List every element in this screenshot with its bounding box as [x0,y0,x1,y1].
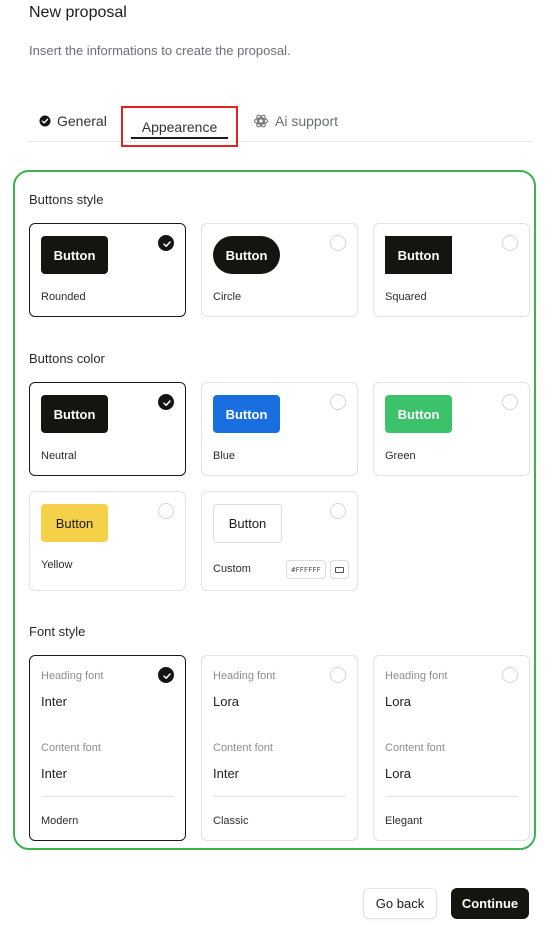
content-font-label: Content font [41,742,101,754]
style-option-circle[interactable]: Button Circle [201,223,358,317]
color-option-neutral[interactable]: Button Neutral [29,382,186,476]
tab-general[interactable]: General [39,100,107,142]
radio-unchecked-icon [502,235,518,251]
font-style-label: Font style [29,624,86,639]
color-option-custom[interactable]: Button Custom #FFFFFF [201,491,358,591]
tab-general-label: General [57,113,107,129]
button-preview: Button [213,395,280,433]
tab-appearence[interactable]: Appearence [121,106,238,147]
button-preview: Button [41,504,108,542]
radio-unchecked-icon [330,503,346,519]
continue-button[interactable]: Continue [451,888,529,919]
style-option-squared[interactable]: Button Squared [373,223,530,317]
button-preview: Button [385,395,452,433]
color-option-blue[interactable]: Button Blue [201,382,358,476]
tab-bar: General Appearence Ai support [29,100,531,147]
option-name: Yellow [41,559,73,571]
radio-unchecked-icon [330,235,346,251]
color-option-yellow[interactable]: Button Yellow [29,491,186,591]
style-option-rounded[interactable]: Button Rounded [29,223,186,317]
button-preview: Button [213,504,282,543]
button-preview: Button [385,236,452,274]
option-name: Rounded [41,291,86,303]
check-circle-icon [39,115,51,127]
divider [213,796,346,797]
radio-unchecked-icon [502,394,518,410]
heading-font-label: Heading font [41,670,104,682]
button-preview: Button [41,236,108,274]
option-name: Classic [213,815,249,827]
active-tab-indicator [131,137,228,139]
content-font-value: Inter [213,766,240,781]
font-option-modern[interactable]: Heading font Inter Content font Inter Mo… [29,655,186,841]
divider [385,796,518,797]
radio-unchecked-icon [330,394,346,410]
buttons-color-label: Buttons color [29,351,105,366]
selected-check-icon [158,235,174,251]
heading-font-label: Heading font [385,670,448,682]
tab-appearence-label: Appearence [141,118,218,135]
buttons-style-label: Buttons style [29,192,104,207]
option-name: Blue [213,450,236,462]
font-option-elegant[interactable]: Heading font Lora Content font Lora Eleg… [373,655,530,841]
option-name: Green [385,450,416,462]
heading-font-value: Lora [213,694,240,709]
tab-ai-support[interactable]: Ai support [253,100,338,142]
option-name: Elegant [385,815,423,827]
option-name: Squared [385,291,427,303]
heading-font-value: Inter [41,694,68,709]
divider [41,796,174,797]
content-font-label: Content font [385,742,445,754]
custom-color-hex-input[interactable]: #FFFFFF [286,560,326,579]
font-option-classic[interactable]: Heading font Lora Content font Inter Cla… [201,655,358,841]
heading-font-label: Heading font [213,670,276,682]
page-subtitle: Insert the informations to create the pr… [29,43,291,58]
option-name: Neutral [41,450,77,462]
heading-font-value: Lora [385,694,412,709]
button-preview: Button [41,395,108,433]
button-preview: Button [213,236,280,274]
selected-check-icon [158,667,174,683]
radio-unchecked-icon [158,503,174,519]
go-back-button[interactable]: Go back [363,888,437,919]
selected-check-icon [158,394,174,410]
option-name: Modern [41,815,79,827]
content-font-label: Content font [213,742,273,754]
content-font-value: Lora [385,766,412,781]
content-font-value: Inter [41,766,68,781]
openai-icon [253,113,269,129]
option-name: Circle [213,291,242,303]
page-title: New proposal [29,4,127,21]
color-picker-icon[interactable] [330,560,349,579]
radio-unchecked-icon [330,667,346,683]
tab-ai-support-label: Ai support [275,113,339,129]
color-option-green[interactable]: Button Green [373,382,530,476]
option-name: Custom [213,563,251,575]
radio-unchecked-icon [502,667,518,683]
